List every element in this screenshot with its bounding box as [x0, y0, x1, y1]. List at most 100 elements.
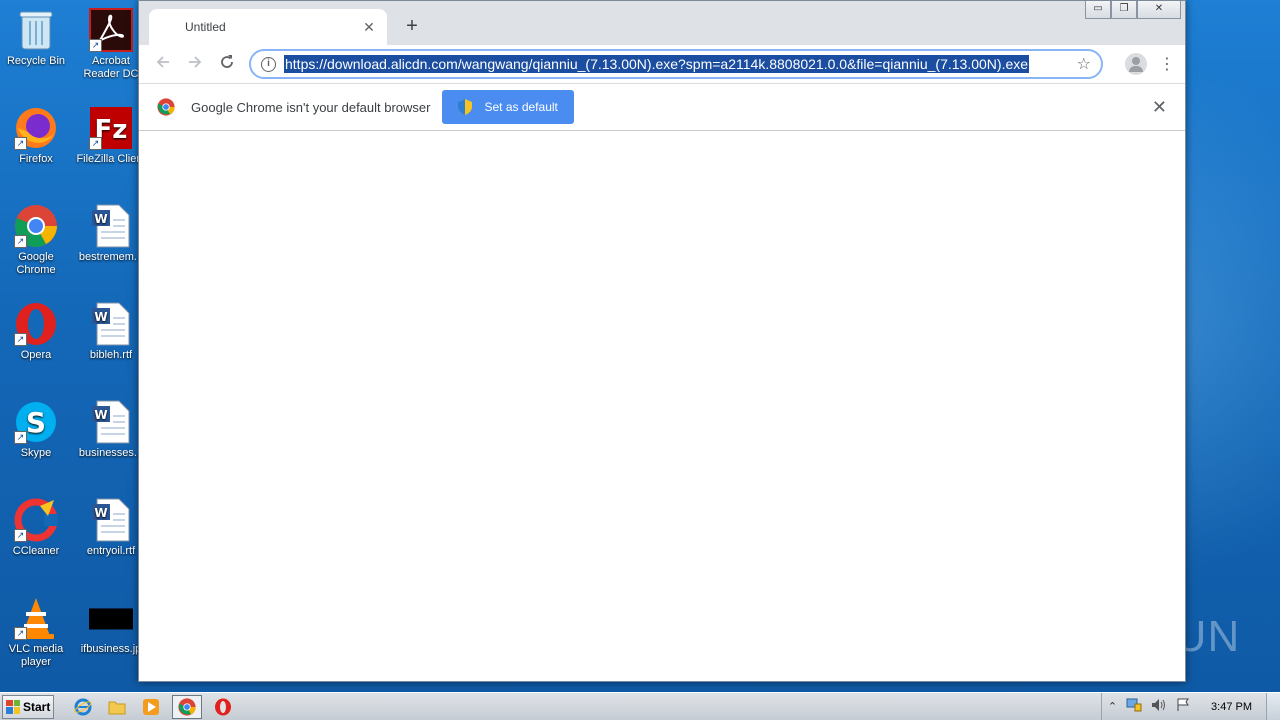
tab-strip: Untitled ✕ + ▭ ❐ ✕ [139, 1, 1185, 45]
desktop-icon-label: Firefox [19, 153, 53, 165]
profile-avatar-icon[interactable] [1125, 53, 1147, 75]
desktop-icon-label: Acrobat Reader DC [83, 55, 139, 80]
desktop-icon-label: bibleh.rtf [89, 349, 133, 361]
desktop-icon-ifbusiness[interactable]: ifbusiness.jp [75, 596, 147, 656]
desktop-icon-label: Opera [20, 349, 52, 361]
desktop-icon-google-chrome[interactable]: ↗ Google Chrome [0, 204, 72, 277]
desktop-icon-entryoil[interactable]: W entryoil.rtf [75, 498, 147, 558]
set-as-default-button[interactable]: Set as default [442, 90, 574, 124]
shortcut-arrow-icon: ↗ [14, 431, 27, 444]
omnibox[interactable]: i https://download.alicdn.com/wangwang/q… [249, 49, 1103, 79]
minimize-button[interactable]: ▭ [1085, 1, 1111, 19]
recycle-bin-icon [14, 8, 58, 52]
desktop-icon-label: Skype [20, 447, 52, 459]
shortcut-arrow-icon: ↗ [14, 529, 27, 542]
desktop-icon-label: ifbusiness.jp [80, 643, 142, 655]
desktop-icon-firefox[interactable]: ↗ Firefox [0, 106, 72, 166]
start-button[interactable]: Start [2, 694, 54, 719]
desktop-icon-bibleh[interactable]: W bibleh.rtf [75, 302, 147, 362]
action-center-flag-icon[interactable] [1176, 698, 1190, 715]
desktop-icon-recycle-bin[interactable]: Recycle Bin [0, 8, 72, 68]
address-bar-url[interactable]: https://download.alicdn.com/wangwang/qia… [284, 55, 1030, 73]
windows-flag-icon [6, 699, 20, 714]
opera-icon [215, 698, 231, 715]
taskbar-ie-button[interactable] [70, 695, 96, 719]
reload-icon [221, 55, 233, 68]
close-window-button[interactable]: ✕ [1137, 1, 1181, 19]
shortcut-arrow-icon: ↗ [89, 39, 102, 52]
window-controls: ▭ ❐ ✕ [1085, 1, 1181, 19]
filezilla-icon: Fz ↗ [89, 106, 133, 150]
desktop-icon-opera[interactable]: ↗ Opera [0, 302, 72, 362]
chrome-icon: ↗ [14, 204, 58, 248]
svg-text:W: W [94, 408, 107, 422]
vlc-icon: ↗ [14, 596, 58, 640]
desktop-icon-label: CCleaner [12, 545, 60, 557]
default-browser-infobar: Google Chrome isn't your default browser… [139, 83, 1185, 131]
reload-button[interactable] [211, 50, 243, 78]
bookmark-star-icon[interactable]: ☆ [1077, 54, 1091, 74]
desktop-icon-label: Recycle Bin [6, 55, 66, 67]
svg-text:W: W [94, 212, 107, 226]
opera-icon: ↗ [14, 302, 58, 346]
taskbar-explorer-button[interactable] [104, 695, 130, 719]
svg-text:W: W [94, 506, 107, 520]
chrome-logo-icon [157, 98, 175, 116]
forward-arrow-icon [189, 56, 202, 68]
desktop-icon-ccleaner[interactable]: ↗ CCleaner [0, 498, 72, 558]
folder-icon [108, 701, 126, 714]
taskbar-chrome-button[interactable] [172, 694, 202, 719]
taskbar-opera-button[interactable] [210, 695, 236, 719]
tab-untitled[interactable]: Untitled ✕ [149, 9, 387, 45]
desktop-icon-bestremem[interactable]: W bestremem... [75, 204, 147, 264]
internet-explorer-icon [74, 698, 92, 715]
taskbar-clock[interactable]: 3:47 PM [1211, 701, 1252, 713]
back-arrow-icon [156, 56, 169, 68]
media-player-icon [143, 698, 159, 715]
show-desktop-button[interactable] [1266, 693, 1280, 720]
maximize-button[interactable]: ❐ [1111, 1, 1137, 19]
desktop-icon-filezilla[interactable]: Fz ↗ FileZilla Client [75, 106, 147, 166]
skype-icon: S ↗ [14, 400, 58, 444]
forward-button[interactable] [179, 50, 211, 78]
back-button[interactable] [147, 50, 179, 78]
network-icon[interactable] [1126, 698, 1142, 715]
tray-chevron-icon[interactable]: ⌃ [1108, 700, 1117, 713]
page-content [139, 131, 1185, 681]
shortcut-arrow-icon: ↗ [14, 137, 27, 150]
desktop-icon-label: bestremem... [78, 251, 144, 263]
infobar-message: Google Chrome isn't your default browser [191, 99, 431, 115]
shortcut-arrow-icon: ↗ [14, 627, 27, 640]
system-tray: ⌃ 3:47 PM [1100, 693, 1280, 720]
desktop-icon-label: entryoil.rtf [86, 545, 136, 557]
uac-shield-icon [458, 99, 473, 115]
ccleaner-icon: ↗ [14, 498, 58, 542]
desktop-icon-label: VLC media player [8, 643, 64, 668]
desktop-icon-vlc[interactable]: ↗ VLC media player [0, 596, 72, 669]
svg-text:W: W [94, 310, 107, 324]
set-as-default-label: Set as default [484, 100, 558, 114]
word-doc-icon: W [89, 204, 133, 248]
menu-kebab-icon[interactable]: ⋮ [1157, 54, 1177, 74]
word-doc-icon: W [89, 302, 133, 346]
shortcut-arrow-icon: ↗ [89, 137, 102, 150]
infobar-close-icon[interactable]: ✕ [1152, 98, 1167, 116]
desktop-icon-label: businesses... [78, 447, 144, 459]
desktop-icon-acrobat[interactable]: ↗ Acrobat Reader DC [75, 8, 147, 81]
new-tab-button[interactable]: + [401, 15, 423, 37]
desktop-icon-label: FileZilla Client [76, 153, 146, 165]
image-file-icon [89, 596, 133, 640]
taskbar: Start ⌃ 3:47 PM [0, 692, 1280, 720]
taskbar-media-player-button[interactable] [138, 695, 164, 719]
chrome-icon [178, 697, 196, 716]
site-info-icon[interactable]: i [261, 56, 276, 72]
tab-close-icon[interactable]: ✕ [361, 19, 377, 35]
desktop-icon-label: Google Chrome [16, 251, 56, 276]
desktop-icon-skype[interactable]: S ↗ Skype [0, 400, 72, 460]
word-doc-icon: W [89, 400, 133, 444]
word-doc-icon: W [89, 498, 133, 542]
desktop-icon-businesses[interactable]: W businesses... [75, 400, 147, 460]
shortcut-arrow-icon: ↗ [14, 235, 27, 248]
svg-text:S: S [26, 406, 46, 439]
volume-icon[interactable] [1151, 698, 1167, 715]
